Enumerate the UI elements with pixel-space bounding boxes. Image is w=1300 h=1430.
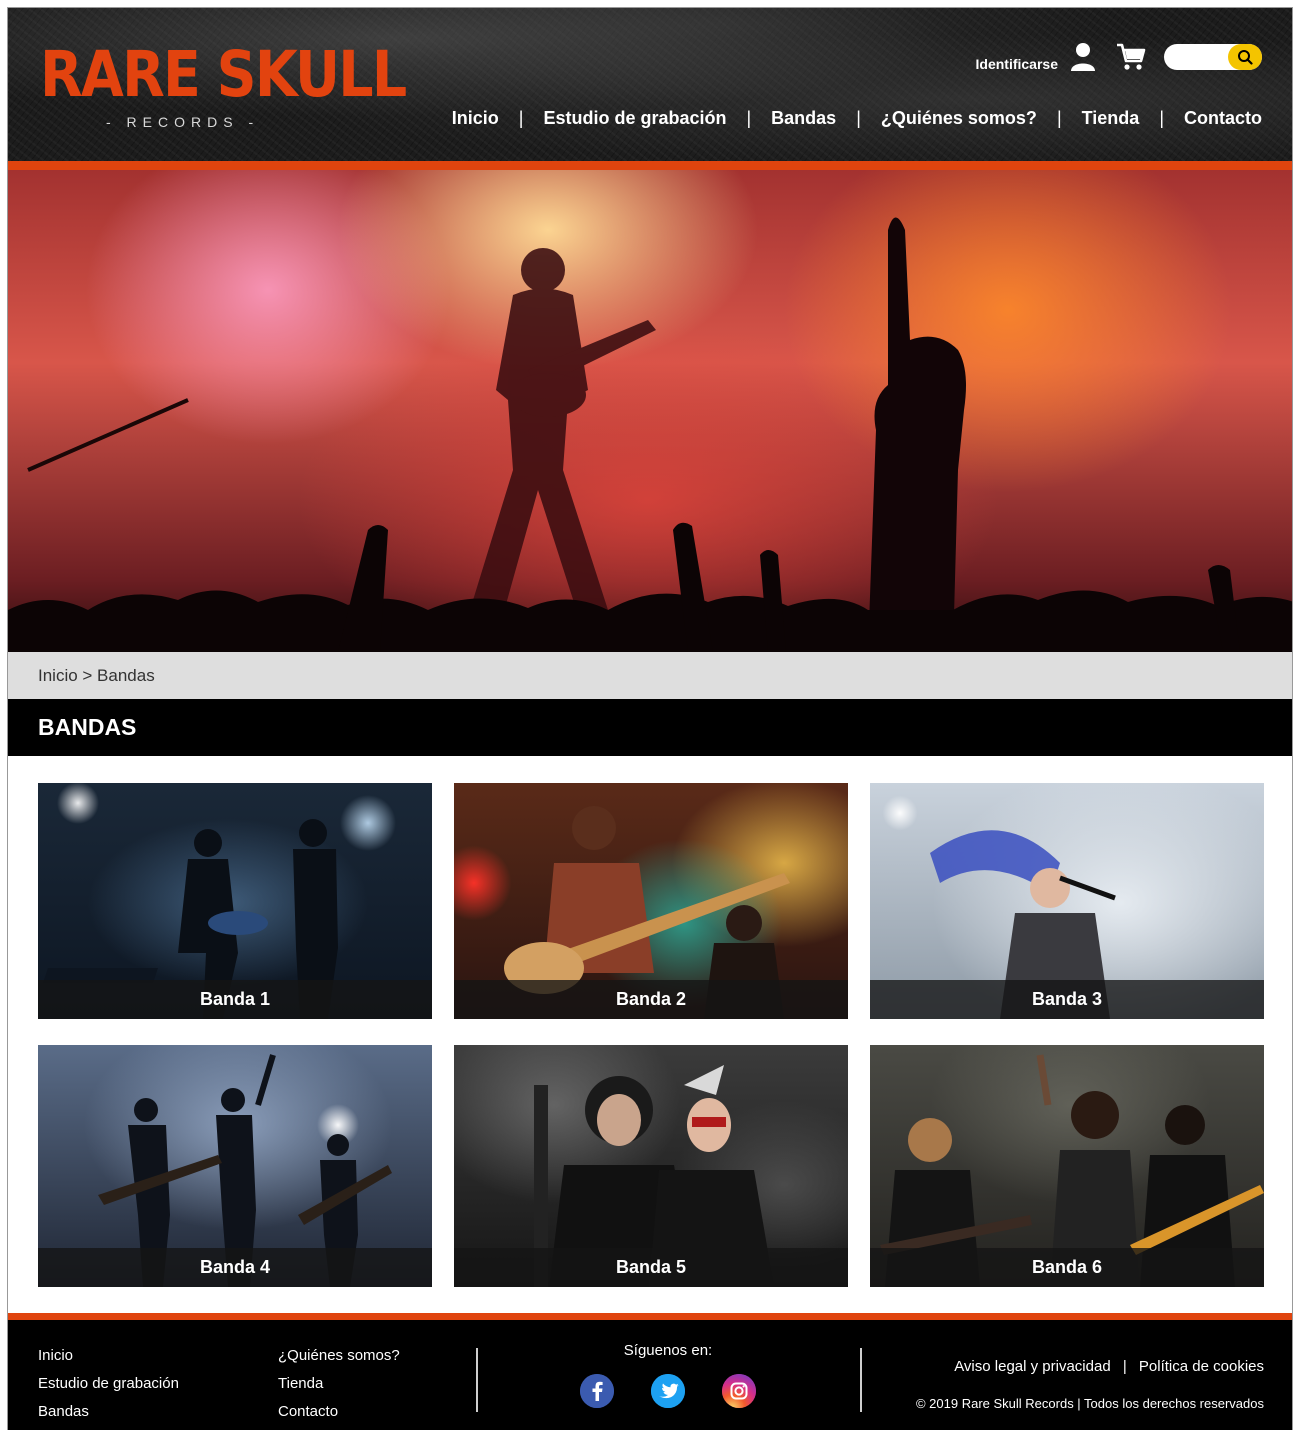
nav-separator: |: [1159, 108, 1164, 128]
nav-item-tienda[interactable]: Tienda: [1082, 108, 1140, 129]
site-header: RARE SKULL - RECORDS - Identificarse Ini…: [8, 8, 1292, 161]
instagram-icon[interactable]: [722, 1374, 756, 1408]
breadcrumb-text[interactable]: Inicio > Bandas: [38, 666, 155, 686]
band-label: Banda 6: [870, 1248, 1264, 1287]
band-label: Banda 1: [38, 980, 432, 1019]
user-icon[interactable]: [1070, 42, 1096, 72]
nav-item-quienes[interactable]: ¿Quiénes somos?: [881, 108, 1037, 129]
facebook-icon[interactable]: [580, 1374, 614, 1408]
footer-divider: [476, 1348, 478, 1412]
nav-item-bandas[interactable]: Bandas: [771, 108, 836, 129]
logo-title: RARE SKULL: [40, 38, 407, 111]
footer-link-estudio[interactable]: Estudio de grabación: [38, 1370, 179, 1398]
band-label: Banda 4: [38, 1248, 432, 1287]
search-button[interactable]: [1228, 44, 1262, 70]
footer-link-inicio[interactable]: Inicio: [38, 1342, 179, 1370]
main-nav: Inicio | Estudio de grabación | Bandas |…: [452, 108, 1262, 129]
twitter-icon[interactable]: [651, 1374, 685, 1408]
band-card-1[interactable]: Banda 1: [38, 783, 432, 1019]
social-links: [580, 1374, 793, 1408]
band-label: Banda 2: [454, 980, 848, 1019]
footer-link-quienes[interactable]: ¿Quiénes somos?: [278, 1342, 400, 1370]
band-label: Banda 5: [454, 1248, 848, 1287]
hero-concert-illustration: [8, 217, 1292, 652]
logo-subtitle: - RECORDS -: [106, 114, 260, 130]
footer-links-col-2: ¿Quiénes somos? Tienda Contacto: [278, 1342, 400, 1426]
footer-accent-bar: [8, 1313, 1292, 1320]
legal-notice-link[interactable]: Aviso legal y privacidad: [954, 1358, 1110, 1375]
header-tools: Identificarse: [976, 41, 1262, 73]
hero-image: [8, 170, 1292, 652]
nav-item-inicio[interactable]: Inicio: [452, 108, 499, 129]
band-card-6[interactable]: Banda 6: [870, 1045, 1264, 1287]
footer-divider: [860, 1348, 862, 1412]
legal-separator: |: [1122, 1358, 1127, 1375]
page-title: BANDAS: [38, 714, 137, 740]
legal-links: Aviso legal y privacidad | Política de c…: [954, 1358, 1264, 1375]
band-card-4[interactable]: Banda 4: [38, 1045, 432, 1287]
band-card-3[interactable]: Banda 3: [870, 783, 1264, 1019]
footer-link-tienda[interactable]: Tienda: [278, 1370, 400, 1398]
nav-separator: |: [1056, 108, 1062, 128]
header-accent-bar: [8, 161, 1292, 170]
breadcrumb: Inicio > Bandas: [8, 652, 1292, 699]
section-title-bar: BANDAS: [8, 699, 1292, 756]
footer-link-contacto[interactable]: Contacto: [278, 1398, 400, 1426]
follow-label: Síguenos en:: [623, 1342, 713, 1359]
nav-separator: |: [518, 108, 524, 128]
cart-icon[interactable]: [1116, 42, 1146, 72]
band-card-5[interactable]: Banda 5: [454, 1045, 848, 1287]
nav-separator: |: [746, 108, 752, 128]
footer-links-col-1: Inicio Estudio de grabación Bandas: [38, 1342, 179, 1426]
footer-link-bandas[interactable]: Bandas: [38, 1398, 179, 1426]
cookie-policy-link[interactable]: Política de cookies: [1139, 1358, 1264, 1375]
search-icon: [1238, 50, 1253, 65]
nav-separator: |: [856, 108, 861, 128]
copyright: © 2019 Rare Skull Records | Todos los de…: [915, 1396, 1264, 1411]
search-input[interactable]: [1164, 44, 1262, 70]
nav-item-estudio[interactable]: Estudio de grabación: [543, 108, 726, 129]
page-frame: RARE SKULL - RECORDS - Identificarse Ini…: [7, 7, 1293, 1430]
site-footer: Inicio Estudio de grabación Bandas ¿Quié…: [8, 1320, 1292, 1430]
band-label: Banda 3: [870, 980, 1264, 1019]
nav-item-contacto[interactable]: Contacto: [1184, 108, 1262, 129]
band-card-2[interactable]: Banda 2: [454, 783, 848, 1019]
login-link[interactable]: Identificarse: [976, 56, 1058, 72]
site-logo[interactable]: RARE SKULL - RECORDS -: [40, 38, 407, 142]
